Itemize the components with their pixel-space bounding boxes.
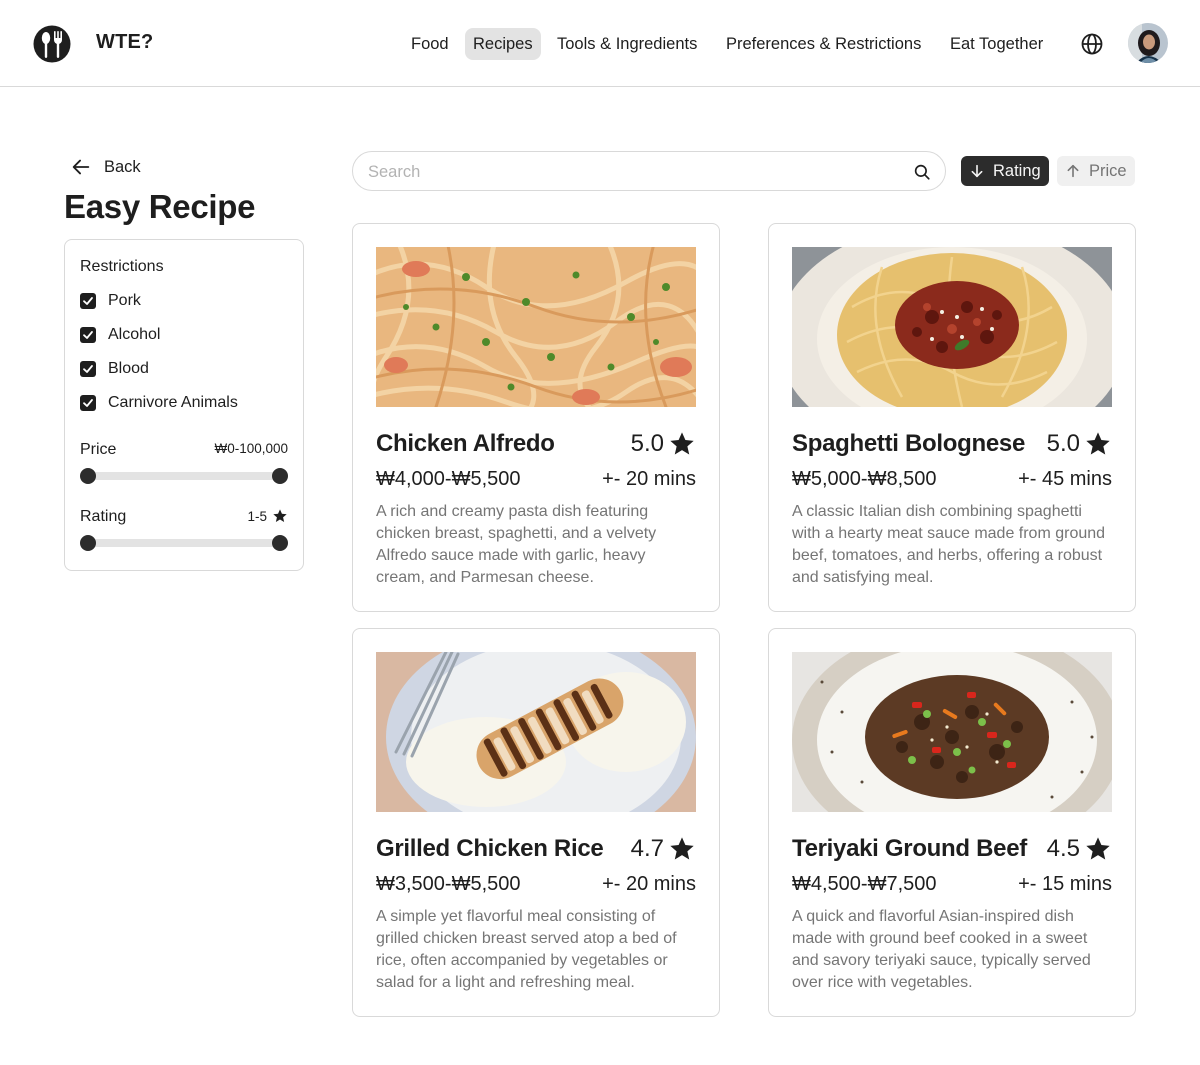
restriction-carnivore-animals[interactable]: Carnivore Animals xyxy=(80,393,238,413)
recipe-image xyxy=(376,652,696,812)
price-max-handle[interactable] xyxy=(272,468,288,484)
back-button[interactable]: Back xyxy=(70,154,141,180)
checkmark-icon xyxy=(83,331,93,339)
rating-range-value: 1-5 xyxy=(247,508,288,524)
recipe-card[interactable]: Grilled Chicken Rice 4.7 ₩3,500-₩5,500 +… xyxy=(352,628,720,1017)
recipe-image xyxy=(792,652,1112,812)
search-input[interactable] xyxy=(368,161,898,183)
recipe-time: +- 20 mins xyxy=(602,468,696,490)
checkmark-icon xyxy=(83,297,93,305)
recipe-rating: 4.7 xyxy=(631,835,696,863)
rating-range-label: Rating xyxy=(80,508,127,525)
price-range-label: Price xyxy=(80,441,117,458)
recipe-price: ₩5,000-₩8,500 xyxy=(792,468,937,490)
star-icon xyxy=(670,432,694,455)
rating-min-handle[interactable] xyxy=(80,535,96,551)
rating-max-handle[interactable] xyxy=(272,535,288,551)
arrow-left-icon xyxy=(72,159,90,175)
recipe-price: ₩4,500-₩7,500 xyxy=(792,873,937,895)
recipe-time: +- 45 mins xyxy=(1018,468,1112,490)
star-icon xyxy=(273,509,287,522)
recipe-title: Grilled Chicken Rice xyxy=(376,835,604,862)
recipe-price: ₩4,000-₩5,500 xyxy=(376,468,521,490)
filter-panel: Restrictions Pork Alcohol Blood Carnivor… xyxy=(64,239,304,571)
brand-name[interactable]: WTE? xyxy=(96,31,153,54)
star-icon xyxy=(1086,432,1110,455)
recipe-price: ₩3,500-₩5,500 xyxy=(376,873,521,895)
sort-rating-button[interactable]: Rating xyxy=(961,156,1049,186)
recipe-rating-value: 4.5 xyxy=(1046,835,1080,862)
nav-item-food[interactable]: Food xyxy=(403,28,457,60)
price-min-handle[interactable] xyxy=(80,468,96,484)
sort-price-label: Price xyxy=(1089,161,1127,180)
recipe-title: Chicken Alfredo xyxy=(376,430,555,457)
rating-range-text: 1-5 xyxy=(247,508,267,524)
page-title: Easy Recipe xyxy=(64,188,256,225)
checkbox-checked[interactable] xyxy=(80,361,96,377)
rating-range-slider[interactable] xyxy=(80,535,288,551)
restriction-label: Pork xyxy=(108,292,141,309)
nav-item-eat-together[interactable]: Eat Together xyxy=(942,28,1051,60)
recipe-rating-value: 5.0 xyxy=(1046,430,1080,457)
recipe-image xyxy=(792,247,1112,407)
restriction-label: Blood xyxy=(108,360,149,377)
restriction-blood[interactable]: Blood xyxy=(80,359,149,379)
star-icon xyxy=(670,837,694,860)
user-avatar[interactable] xyxy=(1128,23,1168,63)
top-navbar: WTE? Food Recipes Tools & Ingredients Pr… xyxy=(0,0,1200,87)
recipe-title: Spaghetti Bolognese xyxy=(792,430,1025,457)
recipe-image xyxy=(376,247,696,407)
arrow-down-icon xyxy=(971,164,983,178)
recipe-time: +- 15 mins xyxy=(1018,873,1112,895)
restrictions-heading: Restrictions xyxy=(80,258,164,275)
checkbox-checked[interactable] xyxy=(80,327,96,343)
nav-item-tools-ingredients[interactable]: Tools & Ingredients xyxy=(549,28,705,60)
checkbox-checked[interactable] xyxy=(80,395,96,411)
price-range-value: ₩0-100,000 xyxy=(214,441,288,456)
recipe-rating: 5.0 xyxy=(631,430,696,458)
nav-item-preferences-restrictions[interactable]: Preferences & Restrictions xyxy=(718,28,929,60)
recipe-title: Teriyaki Ground Beef xyxy=(792,835,1027,862)
price-range-slider[interactable] xyxy=(80,468,288,484)
back-label: Back xyxy=(104,157,141,176)
restriction-label: Carnivore Animals xyxy=(108,394,238,411)
fork-spoon-icon[interactable] xyxy=(33,25,71,63)
restriction-alcohol[interactable]: Alcohol xyxy=(80,325,160,345)
sort-rating-label: Rating xyxy=(993,161,1041,180)
restriction-pork[interactable]: Pork xyxy=(80,291,141,311)
checkbox-checked[interactable] xyxy=(80,293,96,309)
restriction-label: Alcohol xyxy=(108,326,161,343)
recipe-card[interactable]: Chicken Alfredo 5.0 ₩4,000-₩5,500 +- 20 … xyxy=(352,223,720,612)
checkmark-icon xyxy=(83,365,93,373)
recipe-rating: 4.5 xyxy=(1047,835,1112,863)
recipe-rating-value: 4.7 xyxy=(630,835,664,862)
recipe-card[interactable]: Teriyaki Ground Beef 4.5 ₩4,500-₩7,500 +… xyxy=(768,628,1136,1017)
nav-item-recipes[interactable]: Recipes xyxy=(465,28,541,60)
arrow-up-icon xyxy=(1067,164,1079,178)
recipe-rating-value: 5.0 xyxy=(630,430,664,457)
search-bar xyxy=(352,151,946,191)
recipe-time: +- 20 mins xyxy=(602,873,696,895)
recipe-description: A rich and creamy pasta dish featuring c… xyxy=(376,503,657,586)
search-icon[interactable] xyxy=(913,163,931,181)
checkmark-icon xyxy=(83,399,93,407)
recipe-description: A classic Italian dish combining spaghet… xyxy=(792,503,1106,586)
sort-price-button[interactable]: Price xyxy=(1057,156,1135,186)
globe-icon[interactable] xyxy=(1080,32,1104,56)
recipe-description: A simple yet flavorful meal consisting o… xyxy=(376,908,677,991)
recipe-description: A quick and flavorful Asian-inspired dis… xyxy=(792,908,1091,991)
star-icon xyxy=(1086,837,1110,860)
recipe-card[interactable]: Spaghetti Bolognese 5.0 ₩5,000-₩8,500 +-… xyxy=(768,223,1136,612)
recipe-rating: 5.0 xyxy=(1047,430,1112,458)
